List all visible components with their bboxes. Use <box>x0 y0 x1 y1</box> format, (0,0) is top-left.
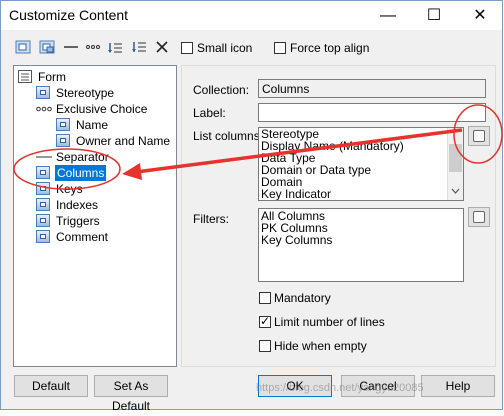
label-label: Label: <box>193 106 226 120</box>
attribute-icon <box>36 86 50 99</box>
filters-label: Filters: <box>193 212 229 226</box>
watermark: https://blog.csdn.net/yangyu20085 <box>256 382 424 394</box>
force-top-align-label: Force top align <box>290 41 370 55</box>
minimize-button[interactable]: — <box>365 1 411 30</box>
title-bar: Customize Content — ☐ ✕ <box>1 1 502 30</box>
list-columns-box[interactable]: Stereotype Display Name (Mandatory) Data… <box>258 127 464 201</box>
add-subitem-icon[interactable] <box>39 39 55 55</box>
mandatory-checkbox[interactable] <box>259 292 271 304</box>
dialog-window: Customize Content — ☐ ✕ Small icon Force… <box>0 0 503 413</box>
list-columns-select-button[interactable] <box>468 126 490 146</box>
chevron-down-icon[interactable] <box>451 188 460 194</box>
tree-label: Keys <box>56 182 83 196</box>
close-button[interactable]: ✕ <box>457 1 503 30</box>
tree-label: Indexes <box>56 198 99 212</box>
set-as-default-button[interactable]: Set As Default <box>94 375 168 413</box>
force-top-align-checkbox[interactable] <box>274 42 286 54</box>
list-item[interactable]: Key Indicator <box>259 188 463 200</box>
delete-icon[interactable] <box>154 39 170 55</box>
tree-label: Exclusive Choice <box>56 102 148 116</box>
maximize-button[interactable]: ☐ <box>411 1 457 30</box>
dialog-title: Customize Content <box>9 7 129 23</box>
list-columns-label: List columns: <box>193 129 264 143</box>
help-button[interactable]: Help <box>421 375 495 397</box>
small-icon-checkbox[interactable] <box>181 42 193 54</box>
separator-icon <box>36 156 52 158</box>
collection-field: Columns <box>258 79 486 98</box>
collection-icon <box>36 214 50 227</box>
choice-dots-icon <box>36 106 52 112</box>
filters-box[interactable]: All Columns PK Columns Key Columns <box>258 208 464 282</box>
tree-label: Owner and Name <box>76 134 171 148</box>
hide-empty-checkbox[interactable] <box>259 340 271 352</box>
collection-label: Collection: <box>193 83 250 97</box>
separator-dots-icon[interactable] <box>85 39 101 55</box>
tree-panel[interactable]: Form Stereotype Exclusive Choice Name Ow… <box>13 65 177 367</box>
form-icon <box>18 70 32 83</box>
attribute-icon <box>36 230 50 243</box>
filters-select-button[interactable] <box>468 207 490 227</box>
collection-value: Columns <box>262 82 310 96</box>
separator-line-icon[interactable] <box>63 39 79 55</box>
tree-label: Triggers <box>56 214 100 228</box>
collection-icon <box>36 166 50 179</box>
tree-label: Comment <box>56 230 109 244</box>
scrollbar-thumb[interactable] <box>449 144 462 172</box>
attribute-icon <box>56 118 70 131</box>
limit-lines-checkbox[interactable] <box>259 314 271 328</box>
move-down-icon[interactable] <box>107 39 123 55</box>
mandatory-label: Mandatory <box>274 291 331 305</box>
tree-label: Separator <box>56 150 109 164</box>
add-item-icon[interactable] <box>15 39 31 55</box>
select-icon <box>473 211 485 223</box>
tree-label-selected: Columns <box>55 165 107 181</box>
limit-lines-label: Limit number of lines <box>274 315 385 329</box>
small-icon-label: Small icon <box>197 41 253 55</box>
label-input[interactable] <box>258 103 486 122</box>
list-item[interactable]: Key Columns <box>259 234 463 246</box>
hide-empty-label: Hide when empty <box>274 339 367 353</box>
select-icon <box>473 130 485 142</box>
sort-icon[interactable] <box>131 39 147 55</box>
collection-icon <box>36 198 50 211</box>
collection-icon <box>36 182 50 195</box>
tree-label: Stereotype <box>56 86 115 100</box>
list-scrollbar[interactable] <box>447 128 463 200</box>
attribute-icon <box>56 134 70 147</box>
default-button[interactable]: Default <box>14 375 88 397</box>
tree-label: Form <box>38 70 66 84</box>
tree-label: Name <box>76 118 109 132</box>
